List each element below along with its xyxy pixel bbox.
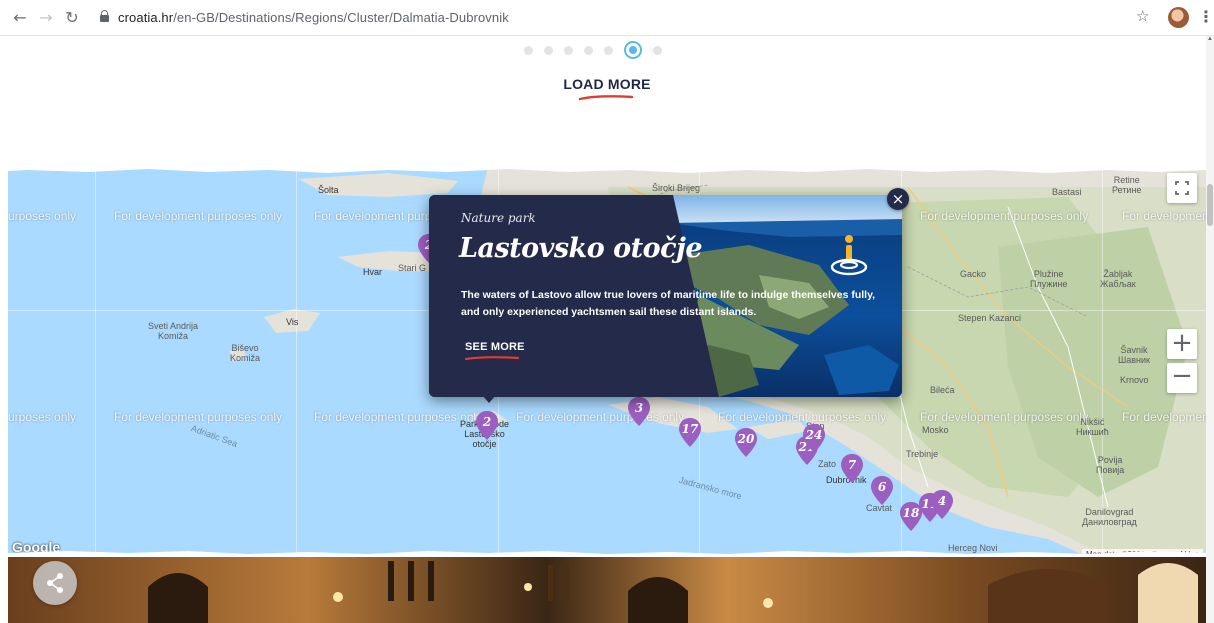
map-marker[interactable]: 7 (840, 453, 864, 484)
map-marker-number: 24 (805, 428, 823, 442)
dev-watermark: urposes only (8, 209, 77, 223)
carousel-dot[interactable] (604, 45, 613, 55)
map-place-label: Retine Ретине (1112, 175, 1142, 195)
dev-watermark: For development purposes only (314, 410, 483, 424)
map-marker-number: 4 (937, 494, 947, 508)
viewpoint-icon (830, 235, 868, 276)
torn-edge-top (8, 167, 1206, 173)
map-place-label: Stepen Kazanci (958, 313, 1022, 323)
page-scrollbar[interactable] (1206, 36, 1214, 623)
popup-title: Lastovsko otočje (459, 233, 703, 264)
map-marker-number: 2 (482, 415, 492, 429)
dev-watermark: For development purposes only (114, 410, 283, 424)
bookmark-star-icon[interactable]: ☆ (1136, 7, 1149, 25)
map-tile-line (296, 167, 297, 557)
map-place-label: Vis (286, 317, 299, 327)
map-place-label: Žabljak Жабљак (1100, 269, 1136, 289)
zoom-in-button[interactable]: + (1167, 329, 1197, 359)
url-host: croatia.hr (118, 10, 174, 25)
dev-watermark: For developmen (1122, 209, 1206, 223)
info-window: Nature park Lastovsko otočje The waters … (429, 195, 902, 397)
map-place-label: Široki Brijeg (652, 183, 701, 193)
map-place-label: Zato (818, 459, 837, 469)
popup-category: Nature park (461, 211, 536, 225)
back-arrow-icon[interactable]: ← (10, 8, 30, 28)
map-marker[interactable]: 24 (802, 423, 826, 454)
scrollbar-thumb[interactable] (1207, 184, 1213, 226)
map-place-label: Trebinje (906, 449, 939, 459)
fullscreen-icon (1175, 181, 1189, 195)
dev-watermark: For development purposes only (516, 410, 685, 424)
map-marker[interactable]: 20 (734, 427, 758, 458)
dev-watermark: For development purposes only (114, 209, 283, 223)
fullscreen-button[interactable] (1167, 173, 1197, 203)
map-place-label: Danilovgrad Даниловград (1082, 507, 1137, 527)
dev-watermark: For developmen (1122, 410, 1206, 424)
map-place-label: Šolta (318, 185, 339, 195)
map-place-label: Plužine Плужине (1030, 269, 1068, 289)
map-marker-number: 3 (634, 401, 644, 415)
carousel-dot[interactable] (584, 45, 593, 55)
map-marker[interactable]: 6 (870, 475, 894, 506)
map-place-label: Biševo Komiža (230, 343, 261, 363)
load-more-button[interactable]: LOAD MORE (560, 76, 654, 92)
more-menu-icon[interactable]: ⋮ (1198, 7, 1214, 26)
dubrovnik-street-photo (8, 557, 1206, 623)
map-place-label: Mosko (922, 425, 949, 435)
map-marker[interactable]: 17 (678, 417, 702, 448)
dev-watermark: For development purposes only (920, 410, 1089, 424)
carousel-dot[interactable] (564, 45, 573, 55)
share-button[interactable] (33, 561, 77, 605)
map-place-label: Povija Повија (1096, 455, 1125, 475)
map-tile-line (1102, 167, 1103, 557)
info-window-pointer (482, 395, 496, 403)
load-more-underline (578, 95, 634, 101)
map-marker-number: 17 (681, 422, 699, 436)
carousel-pagination (524, 40, 662, 60)
map-marker-number: 7 (847, 458, 857, 472)
map-tile-line (95, 167, 96, 557)
carousel-dot-active[interactable] (624, 41, 642, 59)
map-place-label: Šavnik Шавник (1118, 345, 1150, 365)
map-place-label: Bastasi (1052, 187, 1082, 197)
map-marker-number: 20 (737, 432, 755, 446)
zoom-out-button[interactable]: − (1167, 363, 1197, 393)
reload-icon[interactable]: ↻ (62, 8, 82, 28)
url-text[interactable]: croatia.hr/en-GB/Destinations/Regions/Cl… (118, 10, 509, 25)
popup-description: The waters of Lastovo allow true lovers … (461, 289, 876, 318)
map-place-label: Stari G (398, 263, 427, 273)
torn-edge-bottom (8, 551, 1206, 557)
carousel-dot[interactable] (524, 45, 533, 55)
url-path: /en-GB/Destinations/Regions/Cluster/Dalm… (173, 10, 509, 25)
browser-toolbar: ← → ↻ croatia.hr/en-GB/Destinations/Regi… (0, 0, 1214, 36)
scroll-up-arrow-icon[interactable]: ▲ (1206, 36, 1214, 46)
dev-watermark: urposes only (8, 410, 77, 424)
map-place-label: Hvar (363, 267, 383, 277)
map-place-label: Sveti Andrija Komiža (148, 321, 199, 341)
carousel-dot[interactable] (653, 45, 662, 55)
map-marker[interactable]: 2 (475, 410, 499, 441)
map-place-label: Nikšić Никшић (1076, 417, 1109, 437)
share-icon (47, 573, 63, 593)
map-marker[interactable]: 4 (930, 489, 954, 520)
dev-watermark: For development purposes only (718, 410, 887, 424)
lock-icon (100, 10, 109, 22)
carousel-dot[interactable] (544, 45, 553, 55)
map-place-label: Krnovo (1120, 375, 1149, 385)
map-place-label: Bileća (930, 385, 955, 395)
see-more-underline (464, 356, 520, 361)
dev-watermark: For development purposes only (920, 209, 1089, 223)
see-more-button[interactable]: SEE MORE (465, 341, 525, 353)
forward-arrow-icon[interactable]: → (36, 8, 56, 28)
map-marker-number: 6 (877, 480, 887, 494)
map-marker[interactable]: 3 (627, 396, 651, 427)
profile-avatar[interactable] (1168, 7, 1189, 28)
map-place-label: Gacko (960, 269, 987, 279)
close-icon[interactable]: × (887, 188, 909, 210)
address-bar[interactable]: croatia.hr/en-GB/Destinations/Regions/Cl… (90, 4, 1150, 32)
map-view[interactable]: urposes only For development purposes on… (8, 167, 1206, 557)
